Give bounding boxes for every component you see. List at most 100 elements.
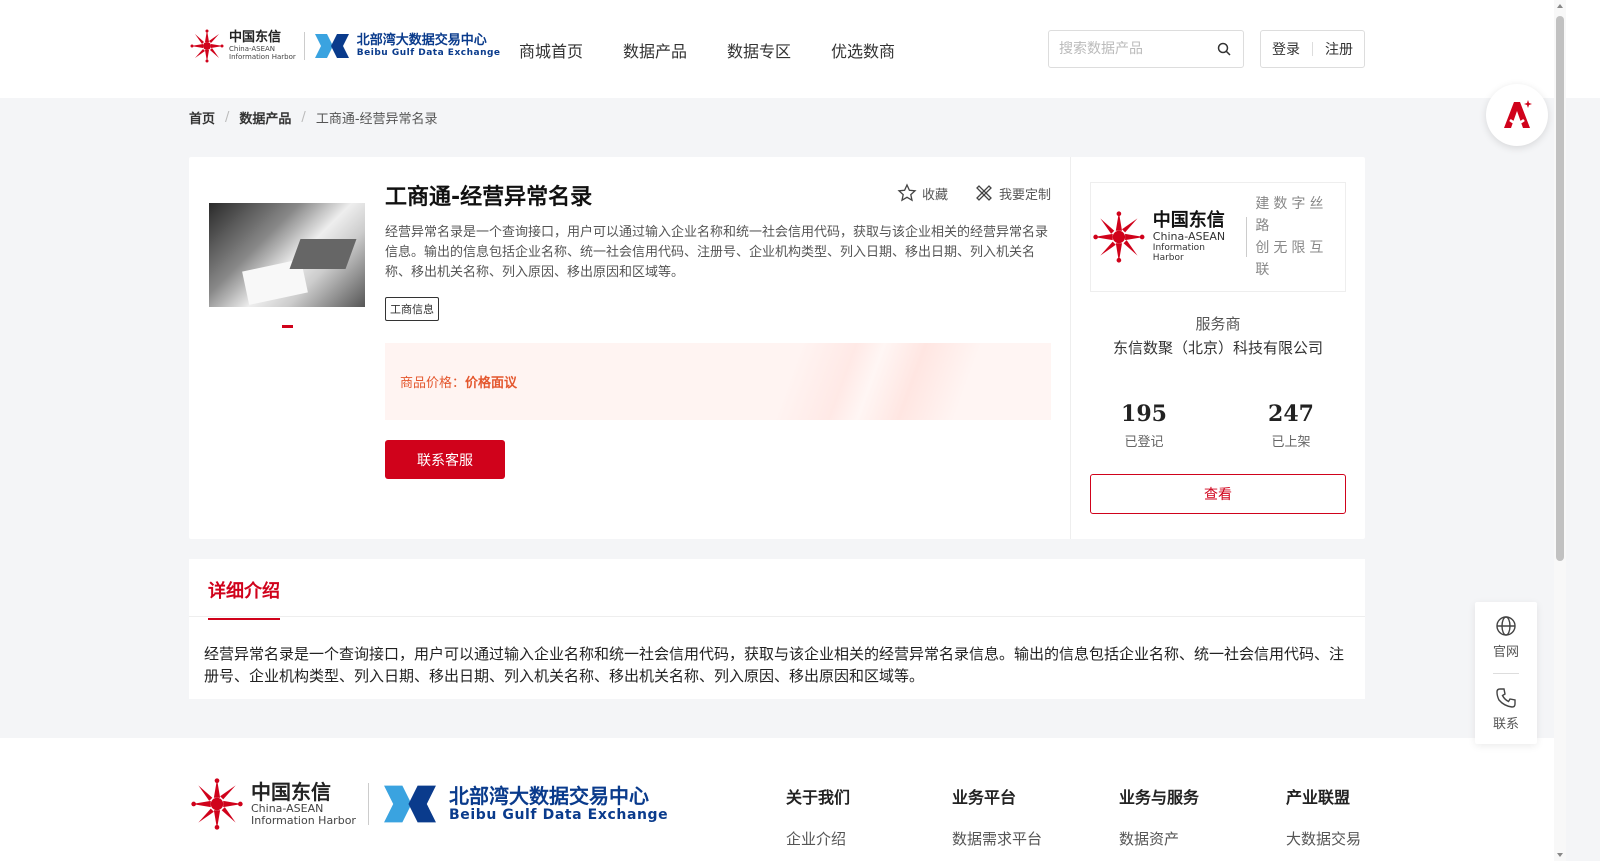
view-vendor-button[interactable]: 查看 [1090,474,1346,514]
auth-box: 登录 注册 [1260,30,1365,68]
detail-section: 详细介绍 经营异常名录是一个查询接口，用户可以通过输入企业名称和统一社会信用代码… [189,559,1365,699]
contact-label: 联系 [1492,717,1519,732]
product-image-laptop [289,239,357,269]
website-button[interactable]: 官网 [1475,602,1537,673]
scrollbar-thumb[interactable] [1556,16,1564,561]
price-value: 价格面议 [465,376,518,391]
footer-link[interactable]: 企业介绍 [786,828,850,849]
carousel-indicator[interactable] [282,325,293,328]
breadcrumb-home[interactable]: 首页 [189,108,215,127]
scroll-up-arrow-icon[interactable] [1557,4,1563,8]
detail-text: 经营异常名录是一个查询接口，用户可以通过输入企业名称和统一社会信用代码，获取与该… [204,645,1345,685]
favorite-label: 收藏 [921,187,948,203]
stat-listed-count: 247 [1268,401,1314,427]
footer-col-heading: 关于我们 [786,788,851,807]
search-input[interactable] [1049,41,1209,57]
sun-logo-icon [190,29,224,63]
footer-col-heading: 业务平台 [952,788,1017,807]
star-icon [897,183,917,202]
breadcrumb-separator: / [225,109,230,125]
vendor-logo-en-1: China-ASEAN [1152,230,1226,243]
stat-registered-count: 195 [1121,401,1167,427]
card-divider [1070,157,1071,539]
breadcrumb: 首页 / 数据产品 / 工商通-经营异常名录 [189,98,438,136]
breadcrumb-current: 工商通-经营异常名录 [315,111,438,127]
logo-cn-text: 中国东信 [229,30,282,45]
breadcrumb-separator: / [301,109,306,125]
login-link[interactable]: 登录 [1272,39,1300,59]
nav-item-preferred-vendors[interactable]: 优选数商 [831,38,895,62]
price-label: 商品价格： [400,376,466,391]
logo-bx-cn-text: 北部湾大数据交易中心 [356,33,487,48]
detail-tabbar: 详细介绍 [189,559,1365,620]
page-scrollbar[interactable] [1554,0,1566,861]
nav-item-mall-home[interactable]: 商城首页 [519,38,583,62]
footer-logo-cn: 中国东信 [251,780,331,804]
footer-col-services: 业务与服务 数据资产 [1119,784,1199,849]
logo-en-text-1: China-ASEAN [229,45,276,53]
nav-item-data-products[interactable]: 数据产品 [623,38,687,62]
footer-sun-logo-icon [191,778,243,830]
vendor-name: 东信数聚（北京）科技有限公司 [1112,339,1323,357]
search-box [1048,30,1244,68]
stat-registered-label: 已登记 [1124,435,1164,450]
vendor-logo-en-2: Information Harbor [1152,243,1205,263]
scroll-down-arrow-icon[interactable] [1557,853,1563,857]
footer-col-platform: 业务平台 数据需求平台 [952,784,1042,849]
footer: 中国东信 China-ASEAN Information Harbor 北部湾大… [0,738,1554,861]
stat-listed-label: 已上架 [1271,435,1311,450]
footer-bx-logo-icon [384,785,436,823]
main-nav: 商城首页 数据产品 数据专区 优选数商 [519,38,895,62]
footer-col-heading: 产业联盟 [1286,788,1351,807]
phone-icon [1496,688,1516,708]
stat-registered: 195 已登记 [1084,401,1204,450]
stat-listed: 247 已上架 [1231,401,1351,450]
vendor-slogan-1: 建数字丝路 [1255,196,1328,234]
product-tag: 工商信息 [385,297,439,321]
footer-link[interactable]: 大数据交易 [1286,828,1361,849]
footer-logo-en-2: Information Harbor [251,814,356,827]
website-label: 官网 [1492,645,1519,660]
breadcrumb-category[interactable]: 数据产品 [239,108,291,127]
logo-bx-en-text: Beibu Gulf Data Exchange [356,48,501,58]
floating-panel: 官网 联系 [1475,602,1537,744]
customize-icon [976,185,992,201]
contact-service-button[interactable]: 联系客服 [385,440,505,479]
footer-col-heading: 业务与服务 [1119,788,1200,807]
tab-detail-intro[interactable]: 详细介绍 [208,577,280,620]
footer-col-alliance: 产业联盟 大数据交易 [1286,784,1361,849]
ai-assistant-icon [1504,100,1532,128]
vendor-logo-cn: 中国东信 [1152,210,1225,231]
register-link[interactable]: 注册 [1325,39,1353,59]
vendor-logo-divider [1246,217,1248,257]
nav-item-data-zone[interactable]: 数据专区 [727,38,791,62]
footer-link[interactable]: 数据需求平台 [952,828,1042,849]
product-title: 工商通-经营异常名录 [385,185,593,210]
auth-divider [1312,42,1313,56]
vendor-label: 服务商 [1195,315,1241,333]
footer-logo-divider [367,783,369,825]
customize-button[interactable]: 我要定制 [974,183,1051,203]
site-logo[interactable]: 中国东信 China-ASEAN Information Harbor 北部湾大… [189,28,501,64]
contact-button[interactable]: 联系 [1475,674,1537,745]
footer-logo-bx-en: Beibu Gulf Data Exchange [448,807,669,823]
favorite-button[interactable]: 收藏 [897,183,948,203]
logo-divider [303,32,305,60]
product-card: 工商通-经营异常名录 收藏 我要定制 经营异常名录是一个查询接口，用户可以通过输… [189,157,1365,539]
vendor-slogan-2: 创无限互联 [1255,240,1328,278]
customize-label: 我要定制 [998,187,1051,203]
footer-link[interactable]: 数据资产 [1119,828,1199,849]
globe-icon [1496,616,1516,636]
search-icon[interactable] [1217,42,1231,56]
product-actions: 收藏 我要定制 [897,183,1051,203]
logo-en-text-2: Information Harbor [229,53,296,61]
header: 中国东信 China-ASEAN Information Harbor 北部湾大… [0,0,1600,98]
footer-col-about: 关于我们 企业介绍 [786,784,850,849]
footer-logo-bx-cn: 北部湾大数据交易中心 [448,784,649,808]
vendor-logo: 中国东信 China-ASEAN Information Harbor 建数字丝… [1090,182,1346,292]
vendor-sun-logo-icon [1093,211,1145,263]
footer-logo: 中国东信 China-ASEAN Information Harbor 北部湾大… [189,776,668,832]
product-image[interactable] [209,203,365,307]
bx-logo-icon [314,34,349,58]
ai-assistant-button[interactable] [1486,84,1548,146]
